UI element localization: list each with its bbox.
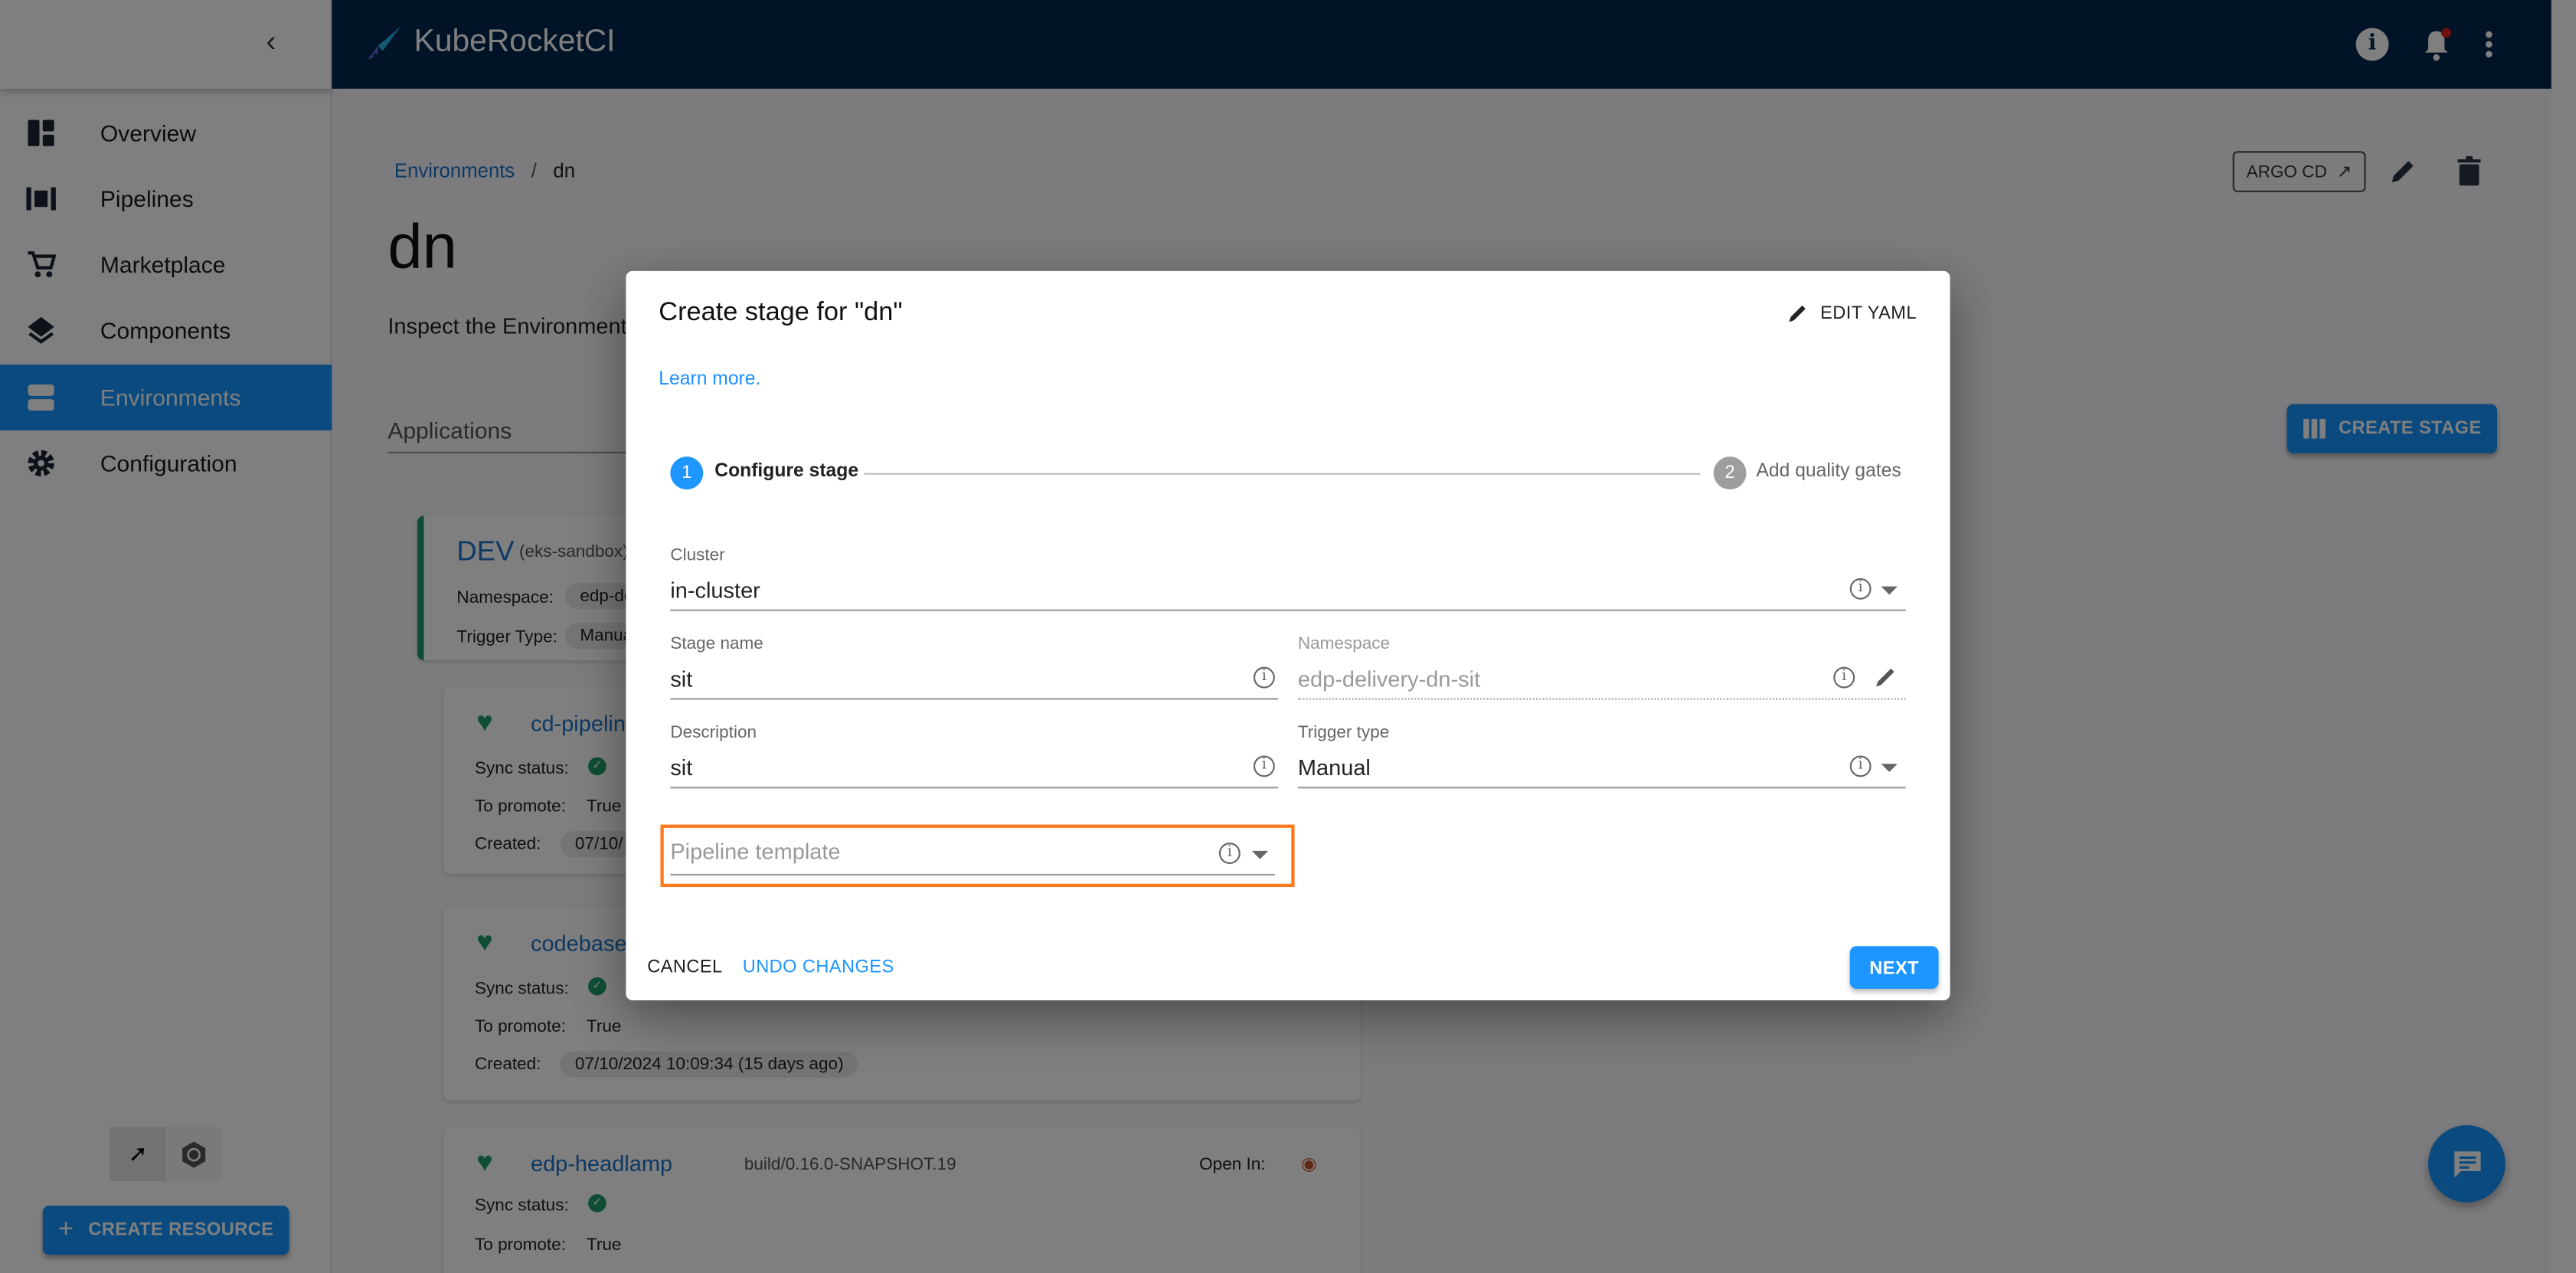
pipeline-template-placeholder: Pipeline template bbox=[670, 839, 841, 865]
dialog-title: Create stage for "dn" bbox=[659, 299, 903, 327]
cancel-button[interactable]: CANCEL bbox=[647, 957, 722, 977]
undo-changes-button[interactable]: UNDO CHANGES bbox=[743, 957, 894, 977]
step-2-indicator: 2 bbox=[1713, 457, 1747, 490]
namespace-input[interactable]: Namespace edp-delivery-dn-sit i bbox=[1297, 633, 1906, 700]
trigger-type-label: Trigger type bbox=[1297, 722, 1390, 743]
edit-yaml-button[interactable]: EDIT YAML bbox=[1787, 303, 1917, 324]
dropdown-arrow-icon[interactable] bbox=[1881, 586, 1898, 595]
step-1-indicator: 1 bbox=[670, 457, 704, 490]
step-1-label: Configure stage bbox=[714, 461, 859, 482]
cluster-select[interactable]: Cluster in-cluster i bbox=[670, 545, 1906, 611]
edit-namespace-icon[interactable] bbox=[1875, 666, 1898, 689]
create-stage-dialog: Create stage for "dn" EDIT YAML Learn mo… bbox=[626, 270, 1950, 1001]
stage-name-input[interactable]: Stage name sit i bbox=[670, 633, 1279, 700]
stage-name-value: sit bbox=[670, 666, 693, 692]
learn-more-link[interactable]: Learn more. bbox=[659, 370, 760, 390]
edit-yaml-label: EDIT YAML bbox=[1820, 303, 1917, 323]
cluster-value: in-cluster bbox=[670, 578, 760, 604]
stage-name-label: Stage name bbox=[670, 633, 763, 654]
info-icon[interactable]: i bbox=[1253, 755, 1275, 777]
trigger-type-select[interactable]: Trigger type Manual i bbox=[1297, 722, 1906, 789]
next-label: NEXT bbox=[1869, 959, 1919, 980]
pencil-icon bbox=[1789, 305, 1806, 322]
info-icon[interactable]: i bbox=[1253, 666, 1275, 689]
pipeline-template-select[interactable]: Pipeline template i bbox=[670, 836, 1275, 876]
dropdown-arrow-icon[interactable] bbox=[1881, 764, 1898, 772]
info-icon[interactable]: i bbox=[1849, 755, 1872, 777]
dropdown-arrow-icon[interactable] bbox=[1251, 850, 1269, 859]
trigger-type-value: Manual bbox=[1297, 755, 1371, 780]
description-input[interactable]: Description sit i bbox=[670, 722, 1279, 789]
info-icon[interactable]: i bbox=[1833, 666, 1855, 689]
stepper-connector bbox=[864, 473, 1701, 475]
namespace-value: edp-delivery-dn-sit bbox=[1297, 666, 1481, 692]
info-icon[interactable]: i bbox=[1849, 578, 1872, 600]
info-icon[interactable]: i bbox=[1218, 843, 1241, 865]
namespace-label: Namespace bbox=[1297, 633, 1391, 654]
next-button[interactable]: NEXT bbox=[1849, 946, 1939, 990]
step-2-label: Add quality gates bbox=[1756, 461, 1901, 482]
cluster-label: Cluster bbox=[670, 545, 725, 565]
description-value: sit bbox=[670, 755, 693, 780]
description-label: Description bbox=[670, 722, 757, 743]
